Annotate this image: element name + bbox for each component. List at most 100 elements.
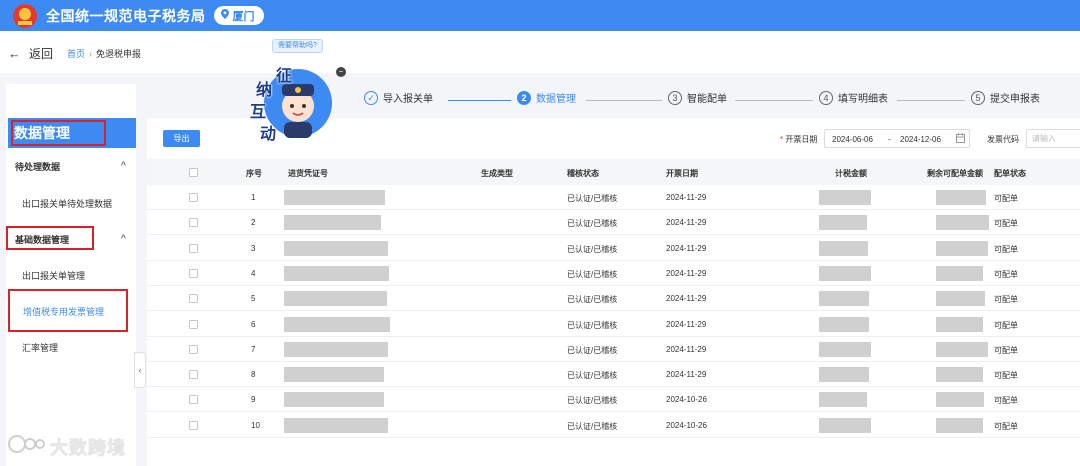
date-end: 2024-12-06 <box>900 135 941 144</box>
row-index: 9 <box>251 395 256 405</box>
step-number: 3 <box>668 90 682 105</box>
redacted-remaining-amount <box>936 240 988 256</box>
row-invoice-date: 2024-10-26 <box>666 420 707 430</box>
breadcrumb-home-link[interactable]: 首页 <box>67 49 85 59</box>
row-check-status: 已认证/已稽核 <box>567 194 618 203</box>
row-checkbox[interactable] <box>189 218 198 228</box>
col-check-status: 稽核状态 <box>567 169 599 178</box>
step-number: 2 <box>517 90 531 105</box>
select-all-checkbox[interactable] <box>189 168 198 177</box>
col-index: 序号 <box>246 169 262 178</box>
export-button[interactable]: 导出 <box>163 130 200 147</box>
row-invoice-date: 2024-11-29 <box>666 243 707 253</box>
date-separator: - <box>888 135 891 144</box>
watermark-logo-icon <box>8 433 46 460</box>
redacted-remaining-amount <box>936 341 988 357</box>
table-row[interactable]: 9 已认证/已稽核 2024-10-26 可配单 <box>147 387 1080 413</box>
arrow-left-icon: ← <box>8 46 21 61</box>
row-index: 8 <box>251 370 256 380</box>
row-index: 6 <box>251 319 256 329</box>
row-checkbox[interactable] <box>189 193 198 202</box>
highlight-box <box>8 289 128 332</box>
table-row[interactable]: 8 已认证/已稽核 2024-11-29 可配单 <box>147 362 1080 388</box>
redacted-tax-amount <box>819 265 871 281</box>
table-row[interactable]: 3 已认证/已稽核 2024-11-29 可配单 <box>147 236 1080 261</box>
row-checkbox[interactable] <box>189 395 198 405</box>
table-row[interactable]: 5 已认证/已稽核 2024-11-29 可配单 <box>147 286 1080 312</box>
row-checkbox[interactable] <box>189 294 198 304</box>
row-match-status: 可配单 <box>994 295 1018 305</box>
highlight-box <box>6 226 94 250</box>
row-invoice-date: 2024-11-29 <box>666 319 707 329</box>
progress-steps: ✓ 导入报关单 2 数据管理 3 智能配单 4 填写明细表 5 提交申报表 <box>0 90 1080 112</box>
row-invoice-date: 2024-11-29 <box>666 344 707 354</box>
row-invoice-date: 2024-11-29 <box>666 193 707 202</box>
row-checkbox[interactable] <box>189 268 198 278</box>
table-row[interactable]: 10 已认证/已稽核 2024-10-26 可配单 <box>147 413 1080 438</box>
step-number: 4 <box>819 90 833 105</box>
redacted-remaining-amount <box>936 215 989 231</box>
highlight-box <box>11 120 106 146</box>
calendar-icon <box>956 133 965 145</box>
back-button[interactable]: ← 返回 <box>8 45 53 62</box>
mascot-assistant[interactable]: 征 纳 互 动 <box>246 58 336 148</box>
row-check-status: 已认证/已稽核 <box>567 371 618 381</box>
step-import-declaration[interactable]: ✓ 导入报关单 <box>364 90 433 105</box>
help-bubble[interactable]: 需要帮助吗? <box>272 39 323 53</box>
row-index: 7 <box>251 344 256 354</box>
table-row[interactable]: 1 已认证/已稽核 2024-11-29 可配单 <box>147 185 1080 210</box>
row-invoice-date: 2024-11-29 <box>666 370 707 380</box>
close-icon[interactable]: − <box>336 67 346 77</box>
step-fill-details[interactable]: 4 填写明细表 <box>819 90 888 105</box>
row-checkbox[interactable] <box>189 243 198 253</box>
row-invoice-date: 2024-11-29 <box>666 268 707 278</box>
step-connector <box>448 100 511 101</box>
back-label: 返回 <box>29 47 54 61</box>
col-gen-type: 生成类型 <box>481 169 513 178</box>
row-check-status: 已认证/已稽核 <box>567 421 618 431</box>
row-match-status: 可配单 <box>994 345 1018 355</box>
redacted-tax-amount <box>819 316 869 332</box>
invoice-code-input[interactable]: 请输入 <box>1026 129 1080 148</box>
redacted-tax-amount <box>819 240 868 256</box>
redacted-voucher <box>284 316 390 332</box>
redacted-remaining-amount <box>936 265 983 281</box>
row-checkbox[interactable] <box>189 370 198 380</box>
row-checkbox[interactable] <box>189 319 198 329</box>
invoice-date-range-picker[interactable]: 2024-06-06 - 2024-12-06 <box>824 129 970 148</box>
table-row[interactable]: 4 已认证/已稽核 2024-11-29 可配单 <box>147 261 1080 286</box>
city-selector[interactable]: 厦门 <box>213 6 264 25</box>
row-invoice-date: 2024-11-29 <box>666 294 707 304</box>
redacted-remaining-amount <box>936 367 983 383</box>
redacted-voucher <box>284 392 384 408</box>
step-submit-report[interactable]: 5 提交申报表 <box>971 90 1040 105</box>
row-check-status: 已认证/已稽核 <box>567 269 618 279</box>
breadcrumb-current: 免退税申报 <box>96 49 142 59</box>
redacted-tax-amount <box>819 291 869 307</box>
redacted-tax-amount <box>819 392 867 408</box>
sidebar: 数据管理 待处理数据 ^ 出口报关单待处理数据 基础数据管理 ^ 出口报关单管理… <box>6 84 136 466</box>
step-smart-matching[interactable]: 3 智能配单 <box>668 90 727 105</box>
row-checkbox[interactable] <box>189 344 198 354</box>
breadcrumb-separator: › <box>89 49 93 59</box>
step-number: 5 <box>971 90 985 105</box>
redacted-voucher <box>284 341 388 357</box>
row-match-status: 可配单 <box>994 320 1018 330</box>
invoice-date-label: * 开票日期 <box>780 135 818 144</box>
mascot-char: 互 <box>250 104 267 121</box>
step-done-check-icon: ✓ <box>364 90 378 105</box>
row-checkbox[interactable] <box>189 420 198 430</box>
step-label: 填写明细表 <box>838 94 888 105</box>
table-header: 序号 进货凭证号 生成类型 稽核状态 开票日期 计税金额 剩余可配单金额 配单状… <box>147 159 1080 185</box>
sidebar-title: 数据管理 <box>8 118 136 148</box>
sidebar-collapse-button[interactable]: ‹ <box>134 352 146 388</box>
redacted-tax-amount <box>819 215 867 231</box>
table-row[interactable]: 2 已认证/已稽核 2024-11-29 可配单 <box>147 210 1080 236</box>
redacted-remaining-amount <box>936 291 985 307</box>
step-data-management[interactable]: 2 数据管理 <box>517 90 576 105</box>
table-row[interactable]: 7 已认证/已稽核 2024-11-29 可配单 <box>147 337 1080 362</box>
main-panel: 导出 * 开票日期 2024-06-06 - 2024-12-06 发票代码 请… <box>147 118 1080 466</box>
table-row[interactable]: 6 已认证/已稽核 2024-11-29 可配单 <box>147 312 1080 337</box>
chevron-up-icon: ^ <box>120 233 126 243</box>
step-label: 提交申报表 <box>990 94 1040 105</box>
